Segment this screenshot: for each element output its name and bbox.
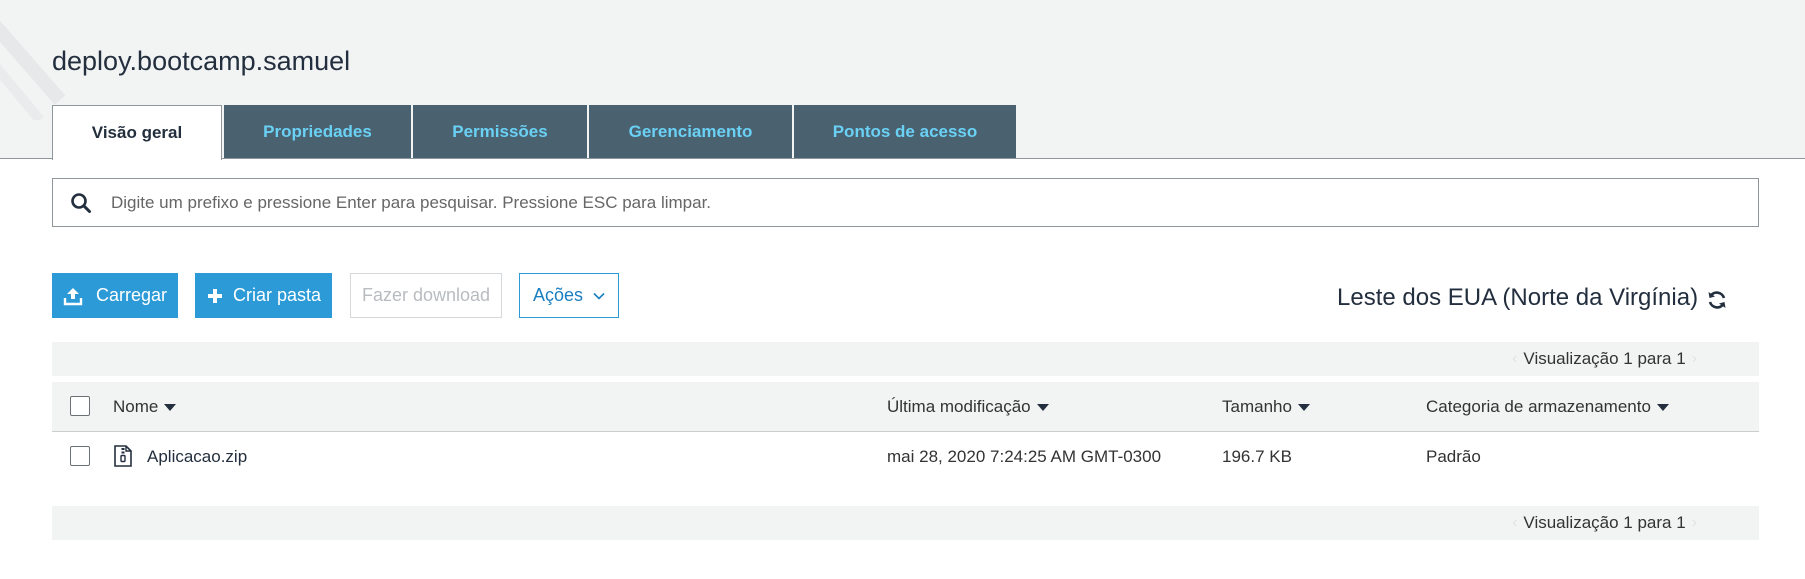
prev-page-icon[interactable]: ‹ [1512,350,1517,368]
actions-dropdown[interactable]: Ações [519,273,619,318]
upload-icon [62,285,84,307]
row-checkbox[interactable] [70,446,90,466]
column-name-label: Nome [113,397,159,416]
file-last-modified: mai 28, 2020 7:24:25 AM GMT-0300 [887,447,1162,466]
search-box [52,178,1759,227]
chevron-down-icon [593,292,605,300]
sort-caret-icon [1656,403,1669,411]
tab-permissions[interactable]: Permissões [413,105,587,158]
refresh-icon[interactable] [1705,288,1729,312]
table-header: Nome Última modificação Tamanho Categori… [52,382,1759,432]
pagination-bottom: ‹ Visualização 1 para 1 › [52,506,1759,540]
file-size: 196.7 KB [1222,447,1292,466]
column-size-label: Tamanho [1222,397,1292,416]
table-row[interactable]: Aplicacao.zip mai 28, 2020 7:24:25 AM GM… [52,432,1759,482]
create-folder-label: Criar pasta [233,285,322,305]
tab-overview[interactable]: Visão geral [52,105,222,160]
bucket-title: deploy.bootcamp.samuel [52,46,351,76]
create-folder-button[interactable]: Criar pasta [195,273,332,318]
region-label: Leste dos EUA (Norte da Virgínia) [1337,284,1699,311]
prev-page-icon[interactable]: ‹ [1512,514,1517,532]
zip-file-icon [114,445,132,472]
pagination-top: ‹ Visualização 1 para 1 › [52,342,1759,376]
download-button[interactable]: Fazer download [350,273,502,318]
search-input[interactable] [109,179,1758,226]
column-storage-class-header[interactable]: Categoria de armazenamento [1426,382,1669,432]
column-size-header[interactable]: Tamanho [1222,382,1310,432]
sort-caret-icon [1036,403,1049,411]
sort-caret-icon [1297,403,1310,411]
select-all-checkbox[interactable] [70,396,90,416]
tab-properties[interactable]: Propriedades [224,105,411,158]
upload-label: Carregar [96,285,168,305]
file-storage-class: Padrão [1426,447,1481,466]
actions-label: Ações [532,285,584,305]
pagination-label: Visualização 1 para 1 [1523,349,1686,368]
next-page-icon[interactable]: › [1692,514,1697,532]
tab-access-points[interactable]: Pontos de acesso [794,105,1016,158]
sort-caret-icon [164,403,177,411]
tab-bar: Visão geral Propriedades Permissões Gere… [52,105,1018,160]
file-name-link[interactable]: Aplicacao.zip [147,432,247,482]
column-last-modified-label: Última modificação [887,397,1031,416]
column-name-header[interactable]: Nome [113,382,177,432]
next-page-icon[interactable]: › [1692,350,1697,368]
tab-management[interactable]: Gerenciamento [589,105,792,158]
upload-button[interactable]: Carregar [52,273,178,318]
search-icon [53,192,109,214]
plus-icon [207,288,223,304]
column-last-modified-header[interactable]: Última modificação [887,382,1049,432]
column-storage-class-label: Categoria de armazenamento [1426,397,1651,416]
pagination-label: Visualização 1 para 1 [1523,513,1686,532]
